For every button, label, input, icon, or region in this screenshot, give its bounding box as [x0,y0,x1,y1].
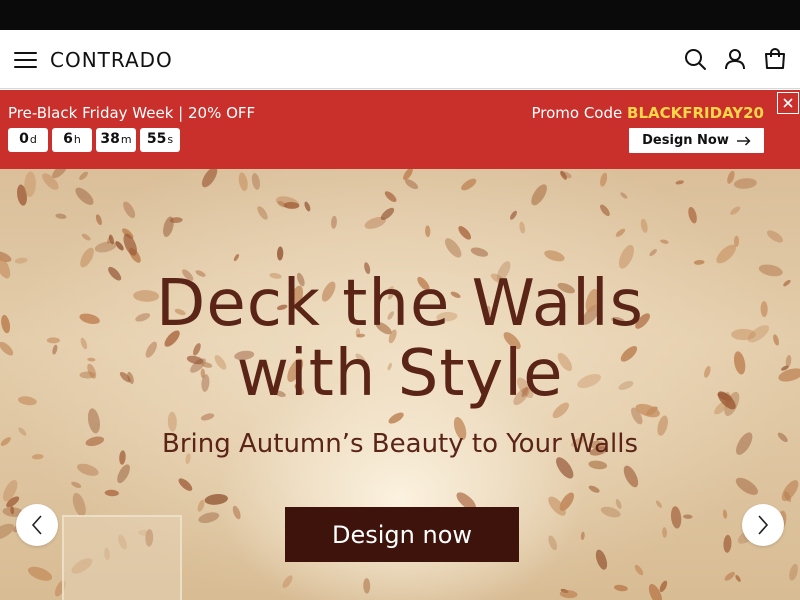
close-promo-button[interactable] [777,92,799,114]
countdown-unit: d [29,133,37,146]
site-logo[interactable]: CONTRADO [50,46,173,74]
countdown-hours: 6h [52,128,92,152]
hero-banner: Deck the Walls with Style Bring Autumn’s… [0,169,800,600]
design-now-button[interactable]: Design Now [629,128,764,153]
countdown-unit: h [73,133,81,146]
prev-slide-button[interactable] [16,504,58,546]
promo-title: Pre-Black Friday Week | 20% OFF [8,104,256,122]
countdown-minutes: 38 m [96,128,136,152]
hero-title-line2: with Style [236,337,564,411]
wall-frame-image [62,515,182,600]
design-now-label: Design Now [642,133,729,148]
bag-icon[interactable] [763,47,787,71]
chevron-right-icon [758,515,769,535]
countdown-unit: m [120,133,132,146]
search-icon[interactable] [683,47,707,71]
arrow-right-icon [736,136,751,145]
close-icon [783,98,793,108]
promo-code-text: Promo Code BLACKFRIDAY20 [531,102,764,124]
top-strip [0,0,800,30]
countdown-timer: 0d 6h 38 m 55 s [8,128,180,152]
countdown-unit: s [167,133,174,146]
promo-code-value: BLACKFRIDAY20 [627,104,764,122]
countdown-value: 0 [19,131,29,147]
hero-subtitle: Bring Autumn’s Beauty to Your Walls [161,429,638,459]
hero-title-line1: Deck the Walls [156,267,644,341]
account-icon[interactable] [723,47,747,71]
countdown-value: 55 [146,131,167,147]
countdown-seconds: 55 s [140,128,180,152]
promo-code-label: Promo Code [531,104,623,122]
design-now-cta-button[interactable]: Design now [285,507,519,562]
site-header: CONTRADO [0,30,800,89]
countdown-days: 0d [8,128,48,152]
menu-icon[interactable] [14,51,38,69]
chevron-left-icon [31,515,42,535]
hero-title: Deck the Walls with Style [0,269,800,409]
countdown-value: 6 [63,131,73,147]
countdown-value: 38 [100,131,120,147]
next-slide-button[interactable] [742,504,784,546]
